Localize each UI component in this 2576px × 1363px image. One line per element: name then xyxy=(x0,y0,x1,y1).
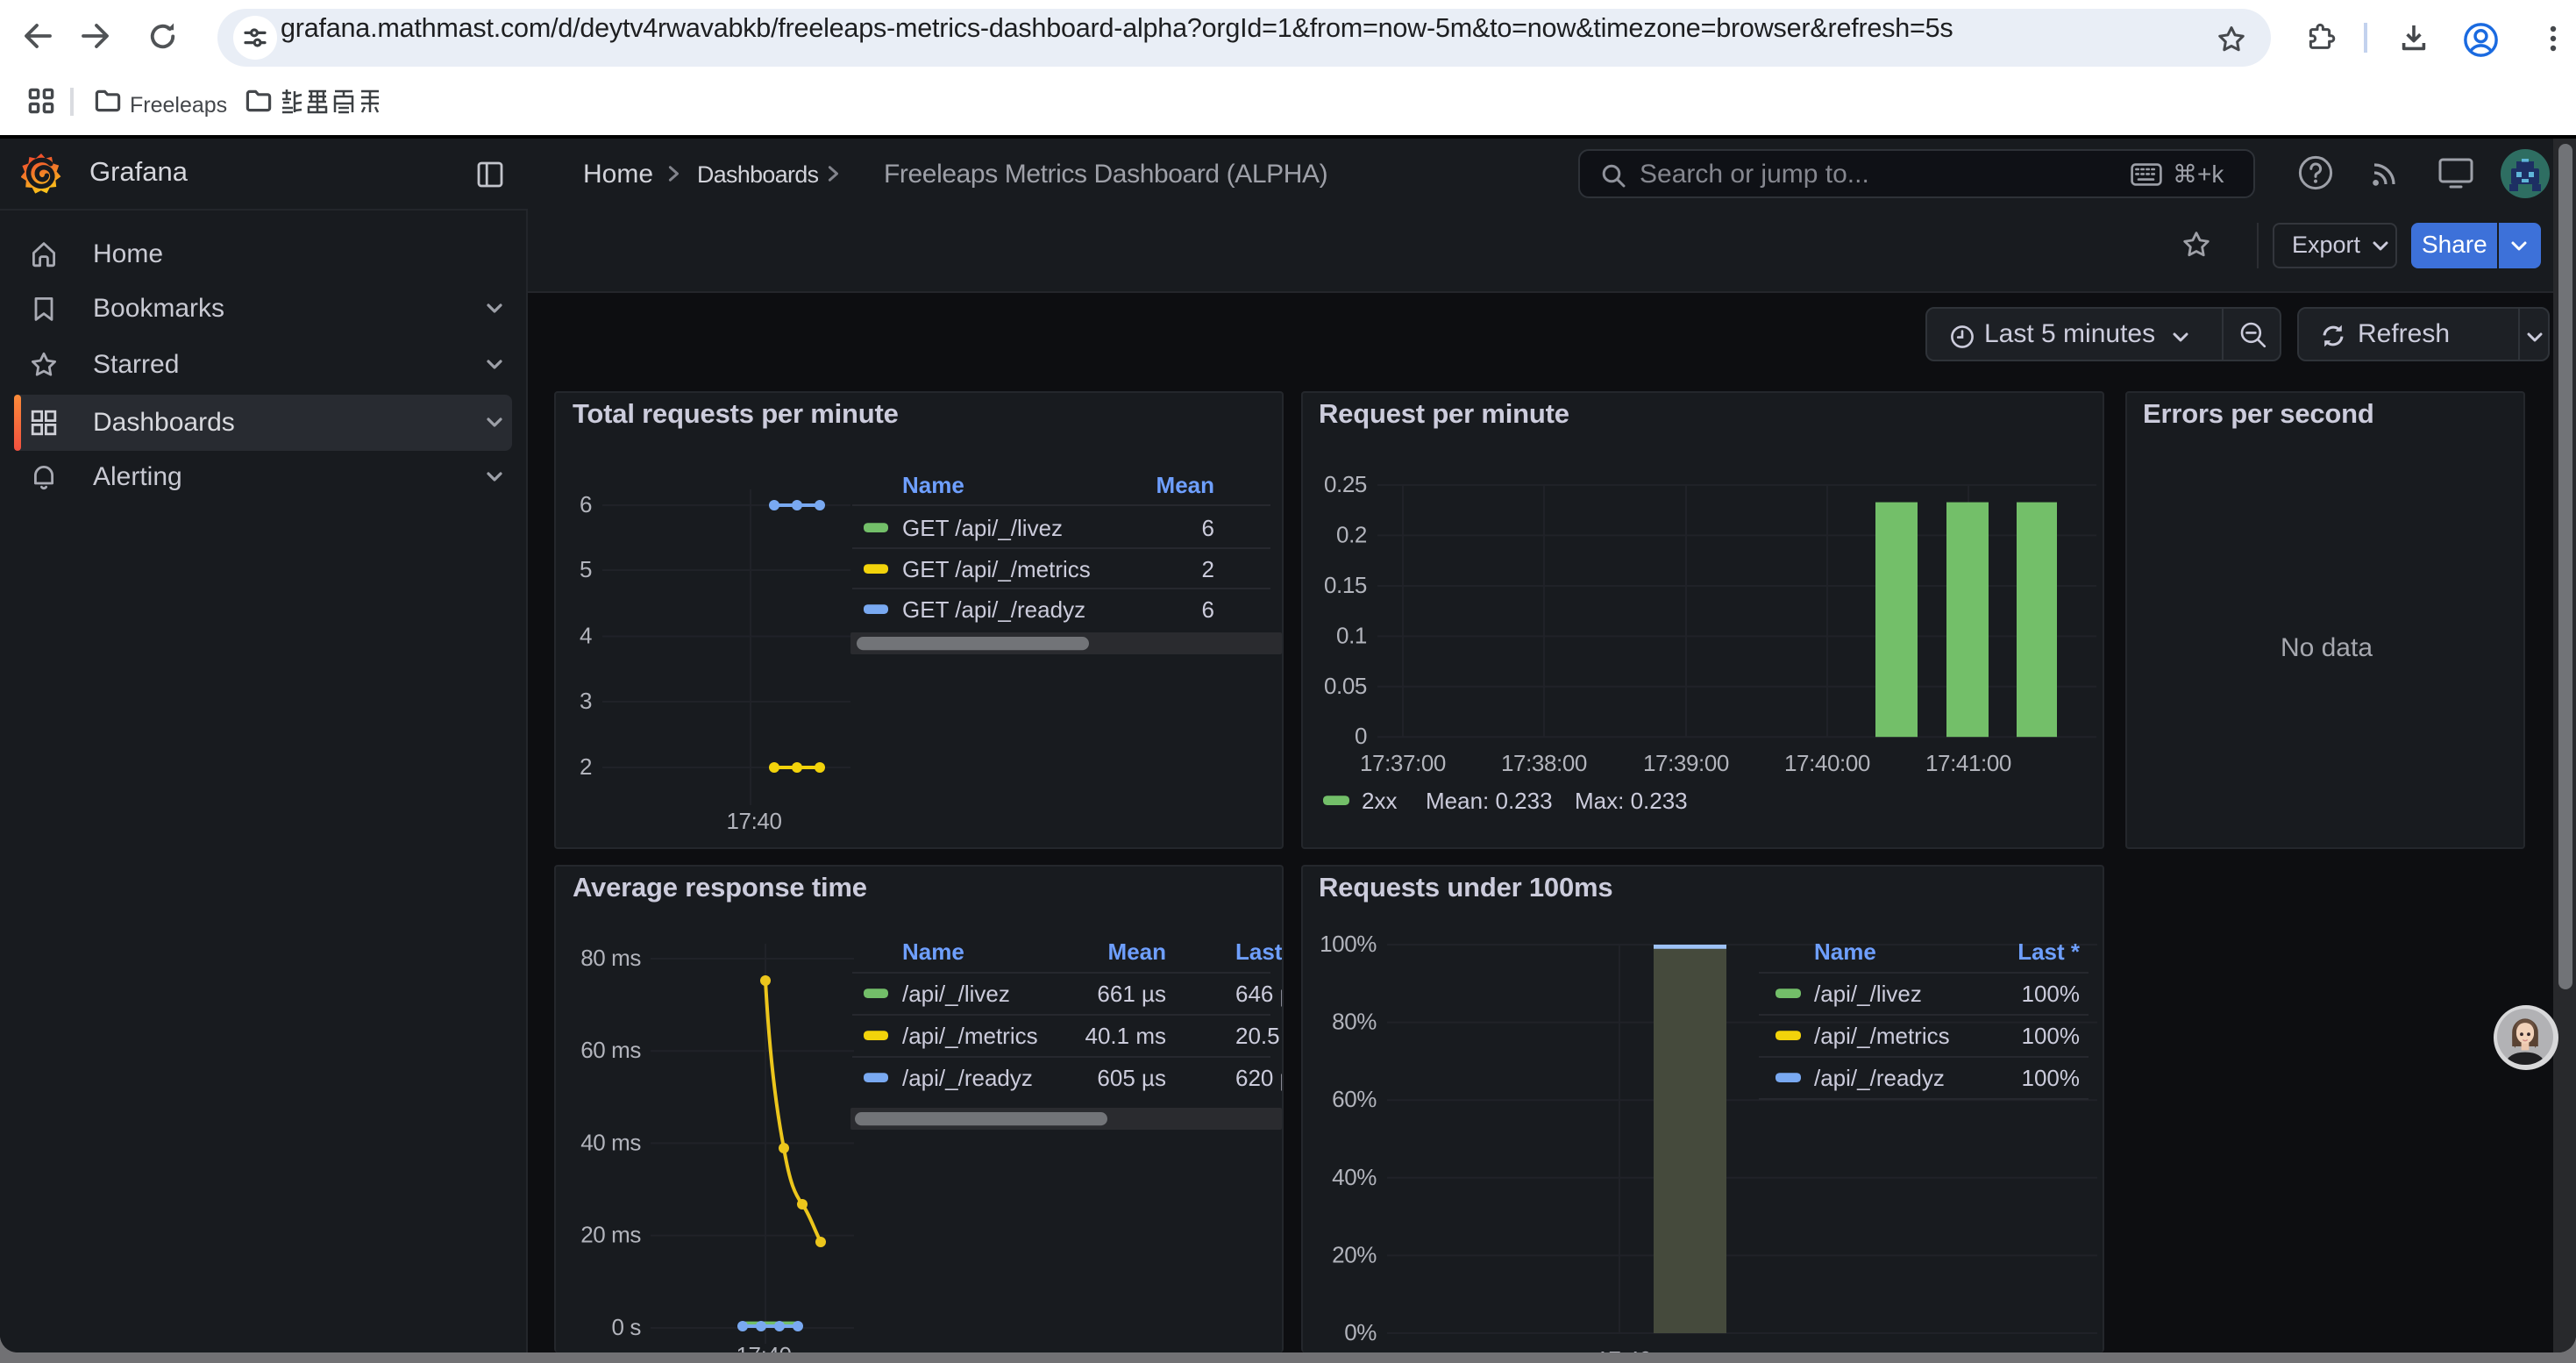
svg-text:Mean: 0.233: Mean: 0.233 xyxy=(1425,787,1552,813)
svg-text:2: 2 xyxy=(1202,555,1214,582)
svg-text:6: 6 xyxy=(1202,596,1214,622)
svg-text:20.5 m: 20.5 m xyxy=(1235,1022,1283,1048)
svg-text:100%: 100% xyxy=(2021,1064,2080,1090)
svg-text:/api/_/livez: /api/_/livez xyxy=(1813,980,1921,1006)
svg-text:100%: 100% xyxy=(1319,930,1376,956)
svg-text:100%: 100% xyxy=(2021,1022,2080,1048)
svg-text:20%: 20% xyxy=(1331,1240,1376,1267)
svg-text:40.1 ms: 40.1 ms xyxy=(1085,1022,1167,1048)
svg-text:Name: Name xyxy=(902,471,964,497)
svg-text:80%: 80% xyxy=(1331,1008,1376,1034)
svg-text:Name: Name xyxy=(1813,938,1875,964)
svg-text:60 ms: 60 ms xyxy=(580,1036,641,1062)
svg-text:/api/_/readyz: /api/_/readyz xyxy=(1813,1064,1944,1090)
svg-text:0.2: 0.2 xyxy=(1335,520,1366,546)
svg-text:3: 3 xyxy=(580,687,592,713)
svg-text:60%: 60% xyxy=(1331,1085,1376,1111)
svg-text:GET /api/_/metrics: GET /api/_/metrics xyxy=(902,555,1091,582)
svg-text:80 ms: 80 ms xyxy=(580,944,641,970)
svg-text:/api/_/readyz: /api/_/readyz xyxy=(902,1064,1033,1090)
svg-text:6: 6 xyxy=(580,490,592,517)
svg-text:2xx: 2xx xyxy=(1361,787,1396,813)
svg-text:17:40: 17:40 xyxy=(1595,1345,1650,1352)
svg-text:GET /api/_/readyz: GET /api/_/readyz xyxy=(902,596,1085,622)
svg-text:17:37:00: 17:37:00 xyxy=(1359,749,1445,775)
svg-text:646 µ: 646 µ xyxy=(1235,980,1283,1006)
svg-text:0.1: 0.1 xyxy=(1335,621,1366,647)
svg-text:5: 5 xyxy=(580,555,592,582)
svg-text:620 µ: 620 µ xyxy=(1235,1064,1283,1090)
svg-text:0: 0 xyxy=(1354,722,1366,748)
svg-text:0.25: 0.25 xyxy=(1323,470,1366,496)
svg-text:Mean: Mean xyxy=(1108,938,1166,964)
svg-text:17:39:00: 17:39:00 xyxy=(1642,749,1728,775)
svg-text:Max: 0.233: Max: 0.233 xyxy=(1574,787,1687,813)
svg-text:17:41:00: 17:41:00 xyxy=(1925,749,2010,775)
svg-text:Name: Name xyxy=(902,938,964,964)
svg-text:6: 6 xyxy=(1202,514,1214,540)
svg-text:2: 2 xyxy=(580,753,592,779)
svg-text:605 µs: 605 µs xyxy=(1097,1064,1166,1090)
svg-text:17:40: 17:40 xyxy=(736,1341,791,1352)
svg-text:17:40: 17:40 xyxy=(726,807,781,833)
svg-text:0.05: 0.05 xyxy=(1323,672,1366,698)
svg-text:Last *: Last * xyxy=(2017,938,2080,964)
svg-text:/api/_/metrics: /api/_/metrics xyxy=(902,1022,1038,1048)
svg-text:17:38:00: 17:38:00 xyxy=(1500,749,1586,775)
svg-text:40 ms: 40 ms xyxy=(580,1128,641,1154)
svg-text:4: 4 xyxy=(580,622,592,648)
svg-text:Mean: Mean xyxy=(1156,471,1214,497)
svg-text:40%: 40% xyxy=(1331,1163,1376,1189)
svg-text:Last *: Last * xyxy=(1235,938,1283,964)
svg-text:661 µs: 661 µs xyxy=(1097,980,1166,1006)
svg-text:100%: 100% xyxy=(2021,980,2080,1006)
svg-text:20 ms: 20 ms xyxy=(580,1221,641,1247)
svg-text:GET /api/_/livez: GET /api/_/livez xyxy=(902,514,1063,540)
svg-text:0%: 0% xyxy=(1343,1318,1376,1345)
svg-text:/api/_/metrics: /api/_/metrics xyxy=(1813,1022,1949,1048)
svg-text:0.15: 0.15 xyxy=(1323,571,1366,597)
svg-text:17:40:00: 17:40:00 xyxy=(1783,749,1869,775)
svg-text:/api/_/livez: /api/_/livez xyxy=(902,980,1010,1006)
svg-text:0 s: 0 s xyxy=(612,1313,642,1339)
